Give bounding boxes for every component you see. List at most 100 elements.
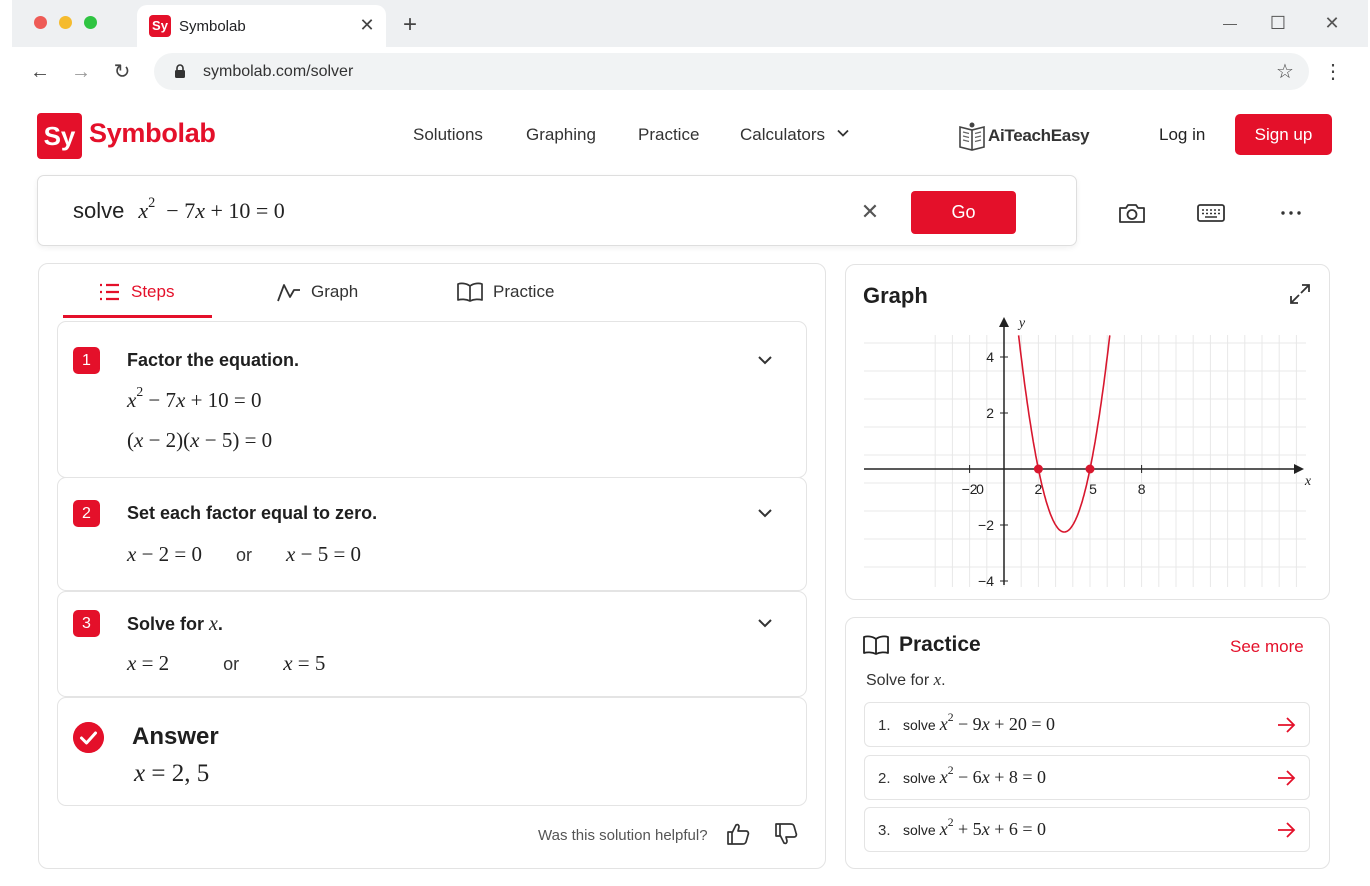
step-card-1[interactable]: 1 Factor the equation. x2 − 7x + 10 = 0 … — [57, 321, 807, 478]
reload-icon[interactable]: ↻ — [107, 57, 137, 87]
practice-problem-3[interactable]: 3. solve x2 + 5x + 6 = 0 — [864, 807, 1310, 852]
practice-heading: Practice — [863, 633, 981, 657]
address-bar[interactable]: symbolab.com/solver ☆ — [154, 53, 1309, 90]
url-text: symbolab.com/solver — [203, 63, 354, 80]
step-title: Solve for x. — [127, 613, 223, 635]
step-card-3[interactable]: 3 Solve for x. x = 2 or x = 5 — [57, 591, 807, 697]
answer-card: Answer x = 2, 5 — [57, 697, 807, 806]
browser-toolbar: ← → ↻ symbolab.com/solver ☆ ⋮ — [12, 47, 1368, 98]
step-card-2[interactable]: 2 Set each factor equal to zero. x − 2 =… — [57, 477, 807, 591]
or-text: or — [236, 545, 253, 565]
practice-problem-2[interactable]: 2. solve x2 − 6x + 8 = 0 — [864, 755, 1310, 800]
x-tick-label: 0 — [976, 481, 984, 497]
close-window-button[interactable]: ✕ — [1319, 10, 1345, 36]
book-icon — [457, 282, 483, 302]
graph-plot[interactable]: −20 2 5 842−2−4xy — [846, 265, 1331, 601]
query-prefix: solve — [73, 198, 125, 223]
symbolab-logo-icon[interactable]: Sy — [37, 113, 82, 159]
clear-icon[interactable]: ✕ — [858, 200, 882, 224]
x-axis-label: x — [1304, 474, 1312, 489]
y-axis-arrow — [999, 317, 1009, 327]
nav-graphing[interactable]: Graphing — [526, 125, 596, 145]
root-point — [1085, 464, 1095, 474]
x-tick-label: 5 — [1089, 481, 1097, 497]
step-math-line: (x − 2)(x − 5) = 0 — [127, 428, 273, 452]
nav-calculators[interactable]: Calculators — [740, 125, 825, 145]
graph-line-icon — [277, 284, 300, 302]
active-tab-indicator — [63, 315, 212, 318]
y-axis-label: y — [1017, 316, 1026, 331]
minimize-button[interactable]: — — [1217, 10, 1243, 36]
answer-title: Answer — [132, 723, 219, 750]
chevron-down-icon[interactable] — [755, 503, 775, 523]
go-button[interactable]: Go — [911, 191, 1016, 234]
maximize-button[interactable]: ☐ — [1265, 10, 1291, 36]
step-math-line: x2 − 7x + 10 = 0 — [127, 384, 262, 412]
partner-book-icon — [959, 122, 985, 151]
chevron-down-icon[interactable] — [755, 613, 775, 633]
window-zoom-dot[interactable] — [84, 16, 97, 29]
step-title: Factor the equation. — [127, 350, 300, 370]
favicon-icon: Sy — [149, 15, 171, 37]
equation-query: solve x2 − 7x + 10 = 0 — [73, 194, 285, 223]
tab-practice[interactable]: Practice — [457, 282, 554, 306]
step-number-badge: 1 — [73, 347, 100, 374]
y-tick-label: 2 — [986, 405, 994, 421]
practice-problem-1[interactable]: 1. solve x2 − 9x + 20 = 0 — [864, 702, 1310, 747]
x-axis-arrow — [1294, 464, 1304, 474]
see-more-link[interactable]: See more — [1230, 637, 1304, 657]
nav-practice[interactable]: Practice — [638, 125, 699, 145]
back-icon[interactable]: ← — [25, 57, 55, 87]
step-title: Set each factor equal to zero. — [127, 503, 378, 523]
step-number-badge: 3 — [73, 610, 100, 637]
problem-number: 1. — [878, 717, 891, 734]
tab-graph-label: Graph — [311, 282, 359, 301]
site-name[interactable]: Symbolab — [89, 118, 216, 149]
browser-tab[interactable]: Sy Symbolab ✕ — [137, 5, 386, 47]
arrow-right-icon[interactable] — [1275, 767, 1297, 789]
camera-icon[interactable] — [1117, 199, 1147, 227]
graph-panel: −2 0 2 5 8 4 2 −2 −4 x y Graph — [845, 264, 1330, 600]
more-options-icon[interactable] — [1277, 199, 1307, 227]
partner-name[interactable]: AiTeachEasy — [988, 126, 1090, 146]
bookmark-star-icon[interactable]: ☆ — [1271, 58, 1299, 86]
check-circle-icon — [73, 722, 104, 753]
y-tick-label: 4 — [986, 349, 994, 365]
tab-graph[interactable]: Graph — [277, 282, 358, 306]
tab-steps[interactable]: Steps — [99, 282, 174, 306]
equation-input[interactable]: solve x2 − 7x + 10 = 0 ✕ Go — [37, 175, 1077, 246]
feedback-prompt: Was this solution helpful? — [538, 827, 708, 844]
browser-chrome: Sy Symbolab ✕ + — ☐ ✕ ← → ↻ symbolab.com… — [12, 0, 1368, 98]
nav-solutions[interactable]: Solutions — [413, 125, 483, 145]
tab-close-icon[interactable]: ✕ — [355, 13, 379, 37]
chevron-down-icon[interactable] — [755, 350, 775, 370]
thumbs-up-icon[interactable] — [725, 821, 751, 847]
forward-icon[interactable]: → — [66, 57, 96, 87]
arrow-right-icon[interactable] — [1275, 714, 1297, 736]
lock-icon — [175, 64, 185, 78]
tab-title: Symbolab — [179, 18, 246, 35]
login-link[interactable]: Log in — [1159, 125, 1205, 145]
parabola-curve — [1017, 335, 1111, 533]
chevron-down-icon[interactable] — [836, 126, 850, 140]
new-tab-button[interactable]: + — [397, 12, 423, 38]
thumbs-down-icon[interactable] — [773, 821, 799, 847]
signup-button[interactable]: Sign up — [1235, 114, 1332, 155]
practice-subtitle: Solve for x. — [866, 670, 946, 689]
y-tick-label: −4 — [978, 573, 994, 589]
arrow-right-icon[interactable] — [1275, 819, 1297, 841]
expand-icon[interactable] — [1288, 282, 1312, 306]
book-icon — [863, 635, 889, 655]
keyboard-icon[interactable] — [1196, 199, 1226, 227]
practice-title: Practice — [899, 633, 981, 656]
tab-steps-label: Steps — [131, 282, 175, 301]
graph-axes — [864, 317, 1304, 585]
problem-equation: solve x2 − 9x + 20 = 0 — [903, 710, 1055, 734]
tab-practice-label: Practice — [493, 282, 555, 301]
list-icon — [100, 283, 119, 301]
window-close-dot[interactable] — [34, 16, 47, 29]
x-tick-label: 2 — [1035, 481, 1043, 497]
window-minimize-dot[interactable] — [59, 16, 72, 29]
browser-menu-icon[interactable]: ⋮ — [1322, 57, 1344, 87]
root-point — [1033, 464, 1043, 474]
